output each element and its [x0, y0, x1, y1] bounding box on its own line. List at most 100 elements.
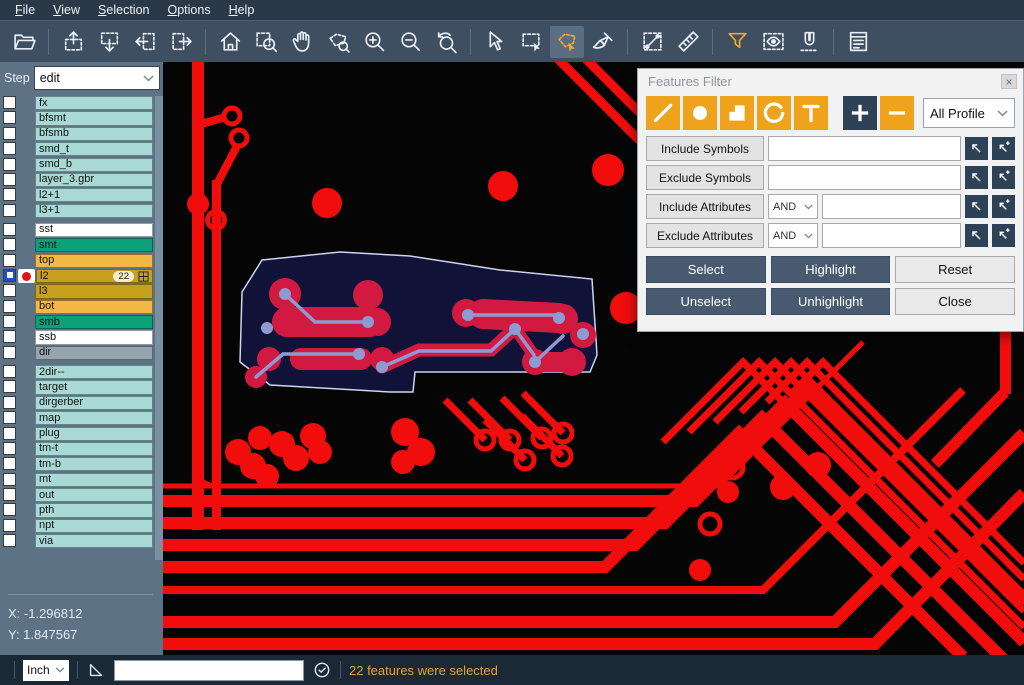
layer-active-indicator[interactable]: [18, 142, 35, 156]
layer-grid-icon[interactable]: [138, 271, 149, 282]
layer-row-mt[interactable]: mt: [2, 473, 153, 487]
layer-name[interactable]: target: [35, 380, 153, 394]
dialog-title-bar[interactable]: Features Filter ×: [638, 69, 1023, 94]
snap-magnet-icon[interactable]: [792, 26, 826, 58]
remove-mode-button[interactable]: [880, 96, 914, 130]
layer-name[interactable]: bfsmb: [35, 127, 153, 141]
layer-active-indicator[interactable]: [18, 473, 35, 487]
step-dropdown[interactable]: edit: [34, 66, 160, 90]
command-input[interactable]: [114, 660, 304, 681]
zoom-previous-icon[interactable]: [429, 26, 463, 58]
layer-row-via[interactable]: via: [2, 534, 153, 548]
layer-visibility-checkbox[interactable]: [3, 284, 16, 297]
layer-active-indicator[interactable]: [18, 300, 35, 314]
layer-active-indicator[interactable]: [18, 158, 35, 172]
select-button[interactable]: Select: [646, 256, 766, 283]
filter-surface-icon[interactable]: [720, 96, 754, 130]
add-mode-button[interactable]: [843, 96, 877, 130]
unhighlight-button[interactable]: Unhighlight: [771, 288, 891, 315]
pick-add-attribute-icon[interactable]: [992, 224, 1015, 247]
menu-help[interactable]: Help: [220, 0, 264, 20]
layer-name[interactable]: npt: [35, 519, 153, 533]
layer-name[interactable]: via: [35, 534, 153, 548]
layer-name[interactable]: smd_t: [35, 142, 153, 156]
layer-row-plug[interactable]: plug: [2, 427, 153, 441]
layer-name[interactable]: smd_b: [35, 158, 153, 172]
layer-name[interactable]: layer_3.gbr: [35, 173, 153, 187]
layer-visibility-checkbox[interactable]: [3, 330, 16, 343]
layer-row-l3+1[interactable]: l3+1: [2, 204, 153, 218]
layer-active-indicator[interactable]: [18, 315, 35, 329]
layer-visibility-checkbox[interactable]: [3, 188, 16, 201]
layer-active-indicator[interactable]: [18, 223, 35, 237]
layer-name[interactable]: out: [35, 488, 153, 502]
include-symbols-button[interactable]: Include Symbols: [646, 136, 764, 161]
layer-visibility-checkbox[interactable]: [3, 457, 16, 470]
report-list-icon[interactable]: [841, 26, 875, 58]
layer-active-indicator[interactable]: [18, 188, 35, 202]
layer-row-sst[interactable]: sst: [2, 223, 153, 237]
layer-visibility-checkbox[interactable]: [3, 96, 16, 109]
features-filter-icon[interactable]: [720, 26, 754, 58]
layer-active-indicator[interactable]: [18, 96, 35, 110]
menu-view[interactable]: View: [44, 0, 89, 20]
layer-visibility-checkbox[interactable]: [3, 411, 16, 424]
layer-name[interactable]: map: [35, 411, 153, 425]
layer-active-indicator[interactable]: [18, 346, 35, 360]
layer-visibility-checkbox[interactable]: [3, 473, 16, 486]
zoom-polygon-icon[interactable]: [321, 26, 355, 58]
layer-row-npt[interactable]: npt: [2, 519, 153, 533]
layer-visibility-checkbox[interactable]: [3, 223, 16, 236]
layer-row-bfsmb[interactable]: bfsmb: [2, 127, 153, 141]
layer-visibility-checkbox[interactable]: [3, 158, 16, 171]
menu-options[interactable]: Options: [158, 0, 219, 20]
units-dropdown[interactable]: Inch: [23, 660, 69, 681]
layer-active-indicator[interactable]: [18, 503, 35, 517]
layer-active-indicator[interactable]: [18, 457, 35, 471]
layer-name[interactable]: bfsmt: [35, 111, 153, 125]
layer-name[interactable]: top: [35, 254, 153, 268]
pick-add-symbol-icon[interactable]: [992, 137, 1015, 160]
include-attributes-input[interactable]: [822, 194, 961, 219]
layer-active-indicator[interactable]: [18, 127, 35, 141]
layer-row-target[interactable]: target: [2, 380, 153, 394]
measure-ruler-icon[interactable]: [671, 26, 705, 58]
layer-visibility-checkbox[interactable]: [3, 519, 16, 532]
layer-active-indicator[interactable]: [18, 534, 35, 548]
layer-active-indicator[interactable]: [18, 173, 35, 187]
zoom-home-icon[interactable]: [213, 26, 247, 58]
layer-active-indicator[interactable]: [18, 396, 35, 410]
filter-pad-icon[interactable]: [683, 96, 717, 130]
layer-active-indicator[interactable]: [18, 427, 35, 441]
layer-active-indicator[interactable]: [18, 330, 35, 344]
layer-row-l2+1[interactable]: l2+1: [2, 188, 153, 202]
filter-arc-icon[interactable]: [757, 96, 791, 130]
layer-name[interactable]: l3+1: [35, 204, 153, 218]
layer-visibility-checkbox[interactable]: [3, 396, 16, 409]
layer-name[interactable]: 2dir--: [35, 365, 153, 379]
layer-list-scrollbar[interactable]: [155, 96, 163, 560]
layer-visibility-checkbox[interactable]: [3, 488, 16, 501]
layer-active-indicator[interactable]: [18, 111, 35, 125]
layer-name[interactable]: tm-b: [35, 457, 153, 471]
layer-row-dir[interactable]: dir: [2, 346, 153, 360]
layer-active-indicator[interactable]: [18, 365, 35, 379]
layer-visibility-checkbox[interactable]: [3, 315, 16, 328]
layer-active-indicator[interactable]: [18, 204, 35, 218]
layer-active-indicator[interactable]: [18, 519, 35, 533]
layer-row-smt[interactable]: smt: [2, 238, 153, 252]
layer-visibility-checkbox[interactable]: [3, 442, 16, 455]
view-options-icon[interactable]: [756, 26, 790, 58]
layer-visibility-checkbox[interactable]: [3, 503, 16, 516]
layer-name[interactable]: ssb: [35, 330, 153, 344]
layer-row-top[interactable]: top: [2, 254, 153, 268]
layer-name[interactable]: smb: [35, 315, 153, 329]
layer-name[interactable]: sst: [35, 223, 153, 237]
layer-row-tm-t[interactable]: tm-t: [2, 442, 153, 456]
layer-visibility-checkbox[interactable]: [3, 269, 16, 282]
open-folder-icon[interactable]: [7, 26, 41, 58]
layer-row-layer_3.gbr[interactable]: layer_3.gbr: [2, 173, 153, 187]
pick-attribute-icon[interactable]: [965, 224, 988, 247]
layer-name[interactable]: pth: [35, 503, 153, 517]
layer-row-smd_b[interactable]: smd_b: [2, 158, 153, 172]
